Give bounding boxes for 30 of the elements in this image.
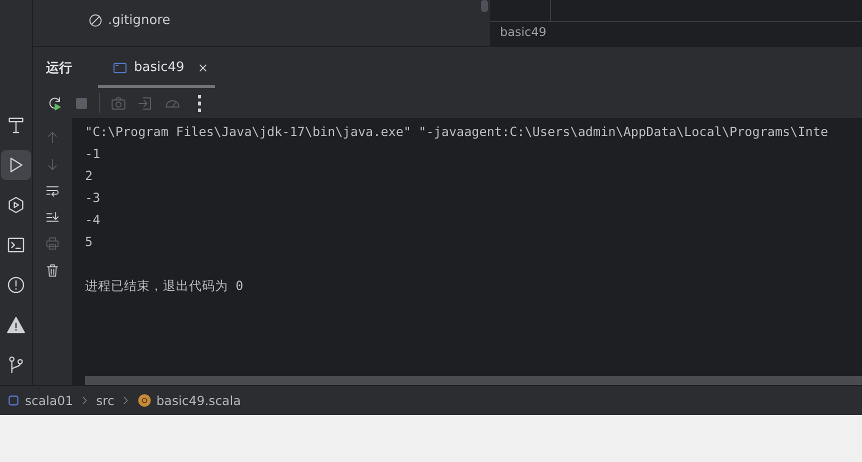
- output-line: -4: [85, 211, 102, 229]
- breadcrumb-item[interactable]: scala01: [6, 393, 74, 408]
- breadcrumb-item[interactable]: src: [96, 393, 114, 408]
- camera-icon: [110, 94, 126, 112]
- trash-icon: [45, 262, 60, 278]
- play-tool-button[interactable]: [1, 150, 31, 180]
- hammer-icon: [6, 115, 26, 135]
- output-line: 5: [85, 233, 94, 251]
- exit-message: 进程已结束，退出代码为 0: [85, 277, 244, 295]
- output-line: 2: [85, 167, 94, 185]
- more-icon: [198, 94, 200, 112]
- output-line: -1: [85, 145, 102, 163]
- hexagon-play-icon: [6, 195, 26, 215]
- tree-item[interactable]: .gitignore: [88, 10, 480, 30]
- warning-icon: [6, 315, 26, 335]
- branch-icon: [6, 355, 26, 375]
- terminal-icon: [6, 235, 26, 255]
- breadcrumb-item[interactable]: basic49.scala: [137, 393, 241, 408]
- exit-icon: [136, 94, 154, 112]
- output-line: -3: [85, 189, 102, 207]
- command-line: "C:\Program Files\Java\jdk-17\bin\java.exe" "-javaagent:C:\Users\admin\AppData\Local\Programs\Inte: [85, 123, 830, 141]
- panel-title: 运行: [46, 60, 72, 76]
- scala-file-icon: [137, 393, 152, 408]
- horizontal-scrollbar[interactable]: [85, 376, 862, 385]
- printer-icon: [45, 236, 60, 252]
- run-tab[interactable]: basic49: [98, 47, 216, 88]
- module-icon: [6, 393, 21, 408]
- prohibited-icon: [88, 12, 103, 28]
- exclamation-circle-icon: [6, 275, 26, 295]
- file-name: .gitignore: [108, 12, 170, 28]
